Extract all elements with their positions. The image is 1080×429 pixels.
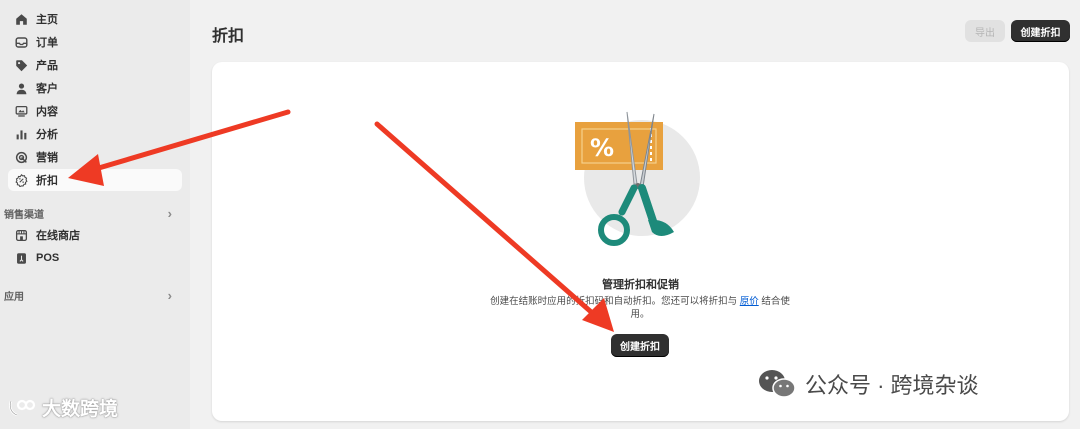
sidebar-item-label: 订单 <box>36 37 58 49</box>
sidebar-item-label: 内容 <box>36 106 58 118</box>
sidebar-item-analytics[interactable]: 分析 <box>8 123 182 145</box>
sidebar-item-home[interactable]: 主页 <box>8 8 182 30</box>
sidebar-item-label: 主页 <box>36 14 58 26</box>
watermark-right: 公众号 · 跨境杂谈 <box>757 368 979 400</box>
chevron-right-icon: › <box>167 205 172 221</box>
sidebar-item-products[interactable]: 产品 <box>8 54 182 76</box>
sidebar-item-label: POS <box>36 252 60 264</box>
bar-chart-icon <box>14 127 28 141</box>
sidebar-item-orders[interactable]: 订单 <box>8 31 182 53</box>
sidebar-item-customers[interactable]: 客户 <box>8 77 182 99</box>
content-icon <box>14 104 28 118</box>
tag-icon <box>14 58 28 72</box>
person-icon <box>14 81 28 95</box>
inbox-icon <box>14 35 28 49</box>
watermark-left: 大数跨境 <box>8 394 118 421</box>
page-title: 折扣 <box>212 28 245 45</box>
pos-icon <box>14 251 28 265</box>
watermark-logo-icon <box>9 399 36 416</box>
sidebar-item-pos[interactable]: POS <box>8 247 182 269</box>
sidebar-item-label: 营销 <box>36 152 58 164</box>
sidebar-item-label: 客户 <box>36 83 58 95</box>
create-discount-button[interactable]: 创建折扣 <box>1011 20 1070 42</box>
target-icon <box>14 150 28 164</box>
watermark-left-text: 大数跨境 <box>42 399 119 420</box>
sidebar-item-marketing[interactable]: 营销 <box>8 146 182 168</box>
sidebar-item-discounts[interactable]: 折扣 <box>8 169 182 191</box>
empty-state-description: 创建在结账时应用的折扣码和自动折扣。您还可以将折扣与 原价 结合使用。 <box>482 295 798 321</box>
create-discount-main-button[interactable]: 创建折扣 <box>611 334 669 357</box>
sidebar-item-label: 在线商店 <box>36 230 80 242</box>
apps-heading: 应用 <box>4 291 24 303</box>
sidebar: 主页 订单 产品 客户 内容 分析 营销 折扣 销售渠道 › 在线商店 POS … <box>0 0 190 429</box>
sidebar-item-online-store[interactable]: 在线商店 <box>8 224 182 246</box>
sidebar-item-label: 产品 <box>36 60 58 72</box>
sales-channels-heading: 销售渠道 <box>4 209 44 221</box>
watermark-right-text: 公众号 · 跨境杂谈 <box>805 373 979 398</box>
original-price-link[interactable]: 原价 <box>740 296 759 307</box>
sales-channels-header[interactable]: 销售渠道 › <box>0 202 182 224</box>
empty-state-heading: 管理折扣和促销 <box>602 279 679 291</box>
apps-header[interactable]: 应用 › <box>0 284 182 306</box>
sidebar-item-content[interactable]: 内容 <box>8 100 182 122</box>
description-text: 创建在结账时应用的折扣码和自动折扣。您还可以将折扣与 <box>490 296 738 307</box>
discount-icon <box>14 173 28 187</box>
sidebar-item-label: 分析 <box>36 129 58 141</box>
home-icon <box>14 12 28 26</box>
sidebar-item-label: 折扣 <box>36 175 58 187</box>
chevron-right-icon: › <box>167 287 172 303</box>
store-icon <box>14 228 28 242</box>
wechat-icon <box>759 370 796 398</box>
scissors-coupon-icon: % <box>575 111 700 246</box>
svg-text:%: % <box>590 134 614 162</box>
export-button[interactable]: 导出 <box>965 20 1005 42</box>
